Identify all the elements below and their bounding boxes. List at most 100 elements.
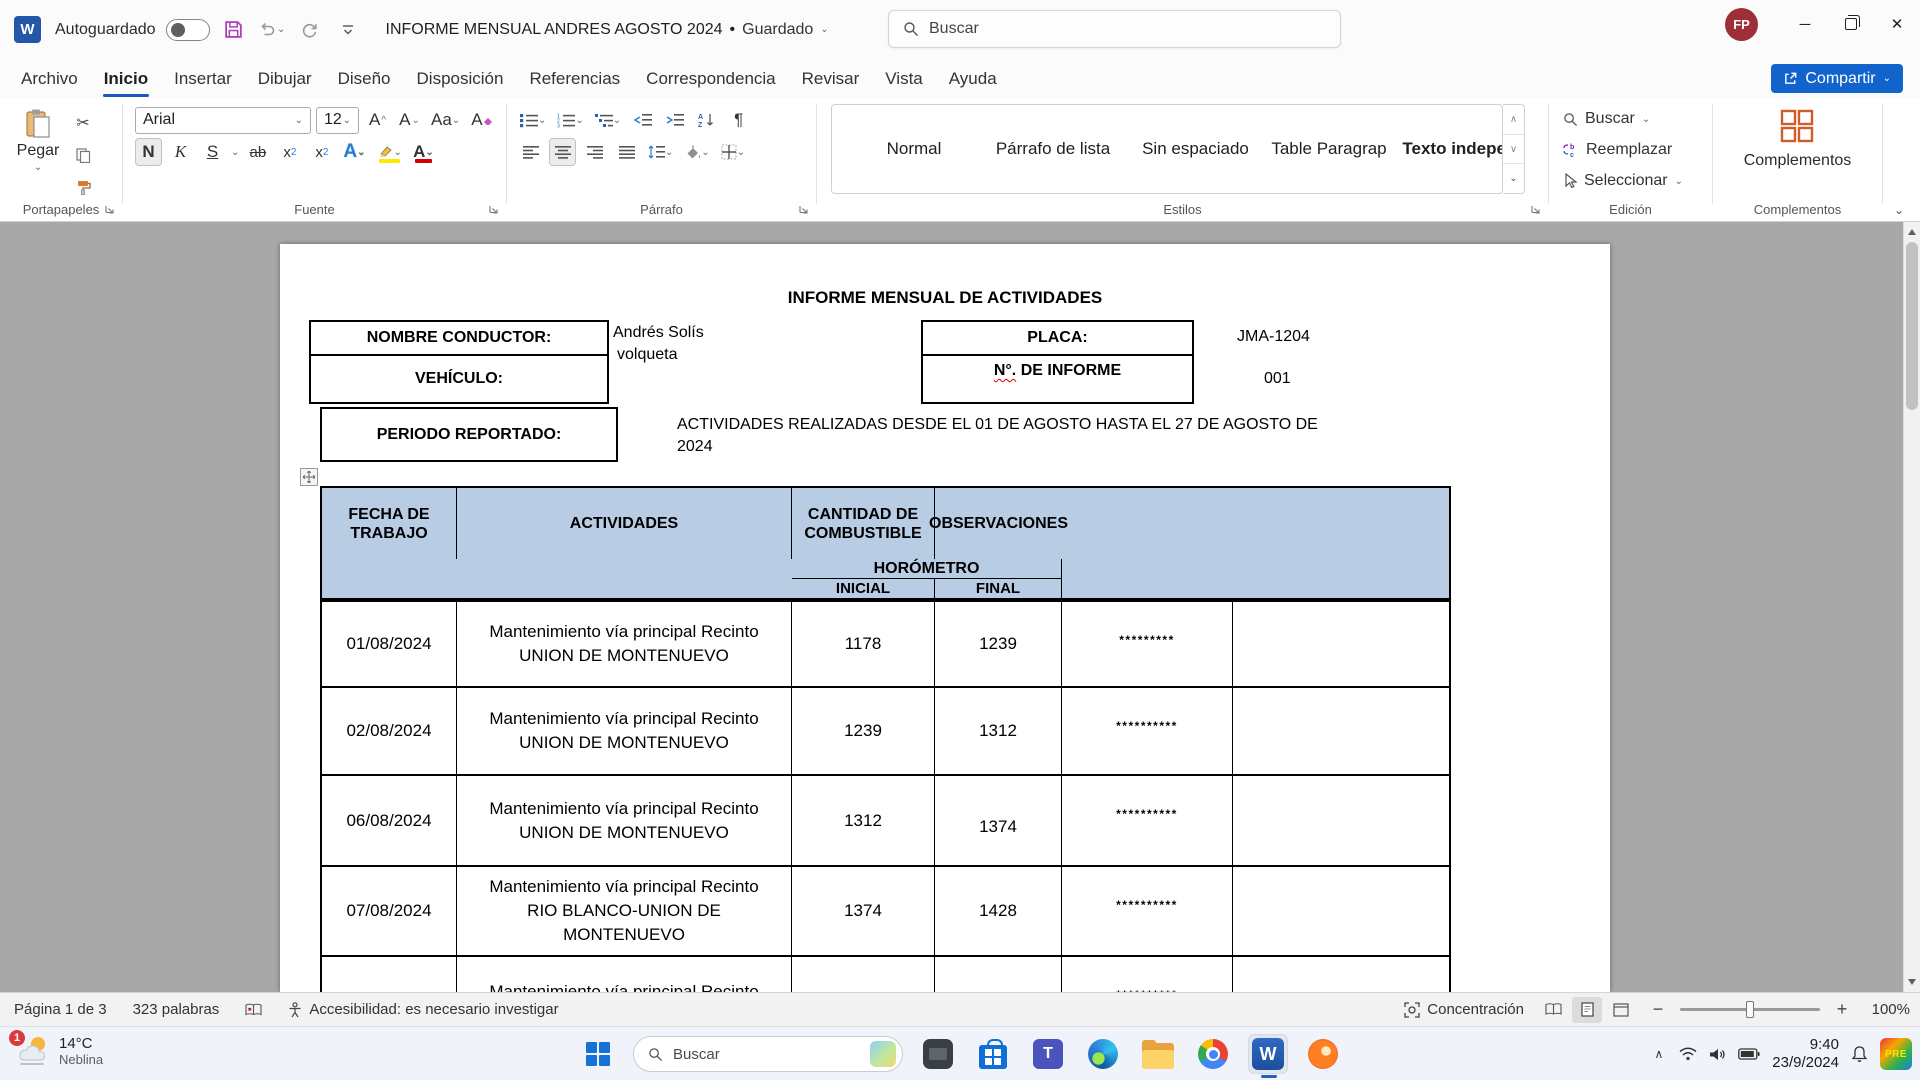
focus-mode-button[interactable]: Concentración (1404, 1001, 1524, 1018)
cut-button[interactable]: ✂ (70, 110, 96, 136)
strikethrough-button[interactable]: ab (244, 138, 271, 166)
tab-ayuda[interactable]: Ayuda (936, 59, 1010, 98)
styles-scroll-down-button[interactable]: ∨ (1503, 135, 1524, 165)
font-name-combo[interactable]: Arial ⌄ (135, 107, 311, 134)
cell-date[interactable]: 08/08/2024 (322, 957, 457, 992)
close-button[interactable]: ✕ (1874, 0, 1920, 48)
style-parrafo-de-lista[interactable]: Párrafo de lista (978, 139, 1128, 159)
taskbar-app-edge[interactable] (1083, 1034, 1123, 1074)
cell-final[interactable]: 1239 (935, 602, 1062, 686)
style-sin-espaciado[interactable]: Sin espaciado (1128, 139, 1263, 159)
clipboard-dialog-launcher-icon[interactable] (104, 204, 115, 215)
activities-table[interactable]: FECHA DE TRABAJO ACTIVIDADES HORÓMETRO C… (320, 486, 1451, 992)
start-button[interactable] (578, 1034, 618, 1074)
style-texto-independiente[interactable]: Texto indeper (1395, 139, 1503, 159)
cell-final[interactable]: 1374 (935, 776, 1062, 865)
zoom-slider-thumb[interactable] (1746, 1001, 1754, 1018)
cell-date[interactable]: 07/08/2024 (322, 867, 457, 955)
shading-button[interactable]: ⌄ (681, 138, 712, 166)
align-center-button[interactable] (549, 138, 576, 166)
increase-indent-button[interactable] (661, 106, 688, 134)
cell-inicial[interactable]: 1428 (792, 957, 935, 992)
align-right-button[interactable] (581, 138, 608, 166)
styles-more-button[interactable]: ⌄ (1503, 164, 1524, 193)
preview-badge-icon[interactable]: PRE (1880, 1038, 1912, 1070)
cell-inicial[interactable]: 1374 (792, 867, 935, 955)
show-marks-button[interactable]: ¶ (725, 106, 752, 134)
header-cantidad[interactable]: CANTIDAD DE COMBUSTIBLE (792, 488, 935, 559)
cell-fuel[interactable]: ********** (1062, 688, 1233, 774)
subscript-button[interactable]: x2 (276, 138, 303, 166)
tab-diseno[interactable]: Diseño (325, 59, 404, 98)
notifications-bell-icon[interactable] (1851, 1045, 1868, 1063)
line-spacing-button[interactable]: ⌄ (645, 138, 676, 166)
search-box[interactable]: Buscar (888, 10, 1341, 48)
text-effects-button[interactable]: A⌄ (340, 138, 368, 166)
cell-fuel[interactable]: ********** (1062, 867, 1233, 955)
tab-dibujar[interactable]: Dibujar (245, 59, 325, 98)
cell-final[interactable]: 1504 (935, 957, 1062, 992)
periodo-label-box[interactable]: PERIODO REPORTADO: (320, 407, 618, 462)
styles-scroll-up-button[interactable]: ∧ (1503, 105, 1524, 135)
vehiculo-label-box[interactable]: VEHÍCULO: (309, 354, 609, 404)
superscript-button[interactable]: x2 (308, 138, 335, 166)
placa-value[interactable]: JMA-1204 (1237, 326, 1310, 348)
zoom-level[interactable]: 100% (1864, 1001, 1910, 1018)
bullets-button[interactable]: ⌄ (517, 106, 549, 134)
battery-icon[interactable] (1738, 1048, 1760, 1060)
paragraph-dialog-launcher-icon[interactable] (798, 204, 809, 215)
cell-activity[interactable]: Mantenimiento vía principal Recinto RÍO … (457, 957, 792, 992)
cell-observations[interactable] (1233, 867, 1445, 955)
informe-value[interactable]: 001 (1264, 368, 1291, 390)
style-table-paragraph[interactable]: Table Paragrap (1263, 139, 1395, 159)
cell-date[interactable]: 06/08/2024 (322, 776, 457, 865)
header-fecha[interactable]: FECHA DE TRABAJO (322, 488, 457, 559)
tab-referencias[interactable]: Referencias (516, 59, 633, 98)
table-move-handle[interactable] (300, 468, 318, 486)
taskbar-app-dark[interactable] (918, 1034, 958, 1074)
restore-button[interactable] (1828, 0, 1874, 48)
change-case-button[interactable]: Aa⌄ (428, 106, 463, 134)
underline-button[interactable]: S (199, 138, 226, 166)
cell-inicial[interactable]: 1239 (792, 688, 935, 774)
zoom-out-button[interactable]: − (1650, 999, 1666, 1020)
zoom-in-button[interactable]: + (1834, 999, 1850, 1020)
cell-inicial[interactable]: 1178 (792, 602, 935, 686)
informe-label-box[interactable]: N°. DE INFORME (921, 354, 1194, 404)
customize-quick-access-button[interactable] (334, 16, 362, 44)
document-heading[interactable]: INFORME MENSUAL DE ACTIVIDADES (280, 288, 1610, 308)
proofing-errors-button[interactable] (245, 1003, 262, 1017)
taskbar-app-explorer[interactable] (1138, 1034, 1178, 1074)
redo-button[interactable] (296, 16, 324, 44)
tab-archivo[interactable]: Archivo (8, 59, 91, 98)
tab-disposicion[interactable]: Disposición (404, 59, 517, 98)
find-button[interactable]: Buscar ⌄ (1563, 108, 1712, 130)
word-count[interactable]: 323 palabras (133, 1001, 220, 1018)
zoom-slider[interactable] (1680, 1008, 1820, 1011)
taskbar-app-teams[interactable]: T (1028, 1034, 1068, 1074)
underline-chevron-icon[interactable]: ⌄ (231, 147, 239, 158)
undo-button[interactable]: ⌄ (258, 16, 286, 44)
cell-observations[interactable] (1233, 602, 1445, 686)
cell-date[interactable]: 02/08/2024 (322, 688, 457, 774)
cell-activity[interactable]: Mantenimiento vía principal Recinto UNIO… (457, 688, 792, 774)
copy-button[interactable] (70, 142, 96, 168)
clock[interactable]: 9:40 23/9/2024 (1772, 1036, 1839, 1072)
scroll-up-arrow[interactable] (1908, 229, 1916, 235)
grow-font-button[interactable]: A^ (364, 106, 391, 134)
periodo-text-line1[interactable]: ACTIVIDADES REALIZADAS DESDE EL 01 DE AG… (677, 414, 1457, 436)
weather-widget[interactable]: 1 14°C Neblina (14, 1034, 103, 1068)
decrease-indent-button[interactable] (629, 106, 656, 134)
document-page[interactable]: INFORME MENSUAL DE ACTIVIDADES NOMBRE CO… (280, 244, 1610, 992)
cell-fuel[interactable]: ********** (1062, 957, 1233, 992)
scrollbar-thumb[interactable] (1906, 242, 1918, 410)
justify-button[interactable] (613, 138, 640, 166)
highlight-button[interactable]: ⌄ (374, 138, 405, 166)
header-actividades[interactable]: ACTIVIDADES (457, 488, 792, 559)
sort-button[interactable]: AZ (693, 106, 720, 134)
document-title-cluster[interactable]: INFORME MENSUAL ANDRES AGOSTO 2024 • Gua… (386, 21, 829, 39)
placa-label-box[interactable]: PLACA: (921, 320, 1194, 356)
shrink-font-button[interactable]: A⌄ (396, 106, 423, 134)
volume-icon[interactable] (1709, 1047, 1726, 1062)
italic-button[interactable]: K (167, 138, 194, 166)
